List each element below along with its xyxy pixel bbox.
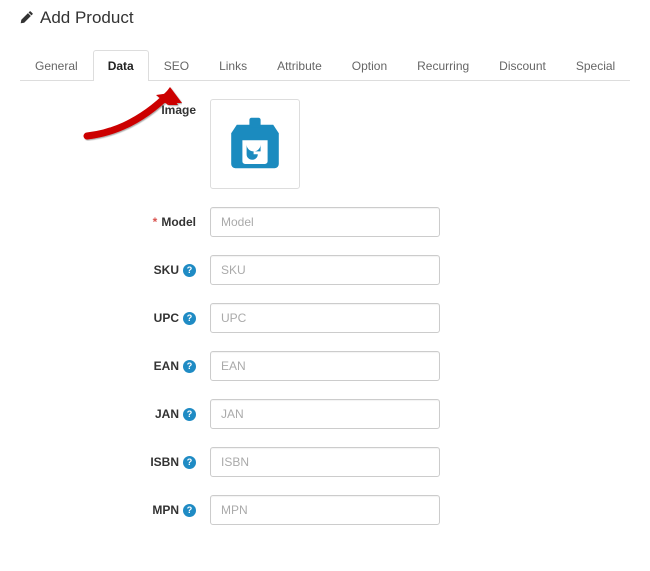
label-model: Model bbox=[161, 215, 196, 229]
help-icon[interactable]: ? bbox=[183, 312, 196, 325]
help-icon[interactable]: ? bbox=[183, 360, 196, 373]
input-ean[interactable] bbox=[210, 351, 440, 381]
label-sku: SKU bbox=[154, 263, 179, 277]
product-placeholder-icon bbox=[220, 108, 290, 181]
pencil-icon bbox=[20, 10, 40, 27]
tab-option[interactable]: Option bbox=[337, 50, 402, 81]
tab-attribute[interactable]: Attribute bbox=[262, 50, 337, 81]
label-upc: UPC bbox=[154, 311, 179, 325]
help-icon[interactable]: ? bbox=[183, 264, 196, 277]
row-jan: JAN ? bbox=[20, 399, 630, 429]
input-model[interactable] bbox=[210, 207, 440, 237]
row-image: Image bbox=[20, 99, 630, 189]
input-jan[interactable] bbox=[210, 399, 440, 429]
required-marker: * bbox=[153, 215, 158, 229]
image-picker[interactable] bbox=[210, 99, 300, 189]
input-upc[interactable] bbox=[210, 303, 440, 333]
row-isbn: ISBN ? bbox=[20, 447, 630, 477]
page-title: Add Product bbox=[40, 8, 134, 28]
tab-links[interactable]: Links bbox=[204, 50, 262, 81]
input-mpn[interactable] bbox=[210, 495, 440, 525]
tab-data[interactable]: Data bbox=[93, 50, 149, 81]
form: Image * Model bbox=[20, 81, 630, 525]
row-mpn: MPN ? bbox=[20, 495, 630, 525]
tab-special[interactable]: Special bbox=[561, 50, 630, 81]
label-jan: JAN bbox=[155, 407, 179, 421]
row-upc: UPC ? bbox=[20, 303, 630, 333]
label-image: Image bbox=[161, 103, 196, 117]
row-model: * Model bbox=[20, 207, 630, 237]
tab-recurring[interactable]: Recurring bbox=[402, 50, 484, 81]
label-ean: EAN bbox=[154, 359, 179, 373]
tabs-bar: General Data bbox=[20, 50, 630, 81]
row-ean: EAN ? bbox=[20, 351, 630, 381]
page-header: Add Product bbox=[20, 0, 630, 34]
help-icon[interactable]: ? bbox=[183, 504, 196, 517]
help-icon[interactable]: ? bbox=[183, 456, 196, 469]
tab-seo[interactable]: SEO bbox=[149, 50, 204, 81]
tab-discount[interactable]: Discount bbox=[484, 50, 561, 81]
help-icon[interactable]: ? bbox=[183, 408, 196, 421]
input-isbn[interactable] bbox=[210, 447, 440, 477]
input-sku[interactable] bbox=[210, 255, 440, 285]
row-sku: SKU ? bbox=[20, 255, 630, 285]
label-isbn: ISBN bbox=[150, 455, 179, 469]
tab-data-label: Data bbox=[108, 59, 134, 73]
label-mpn: MPN bbox=[152, 503, 179, 517]
tab-general[interactable]: General bbox=[20, 50, 93, 81]
